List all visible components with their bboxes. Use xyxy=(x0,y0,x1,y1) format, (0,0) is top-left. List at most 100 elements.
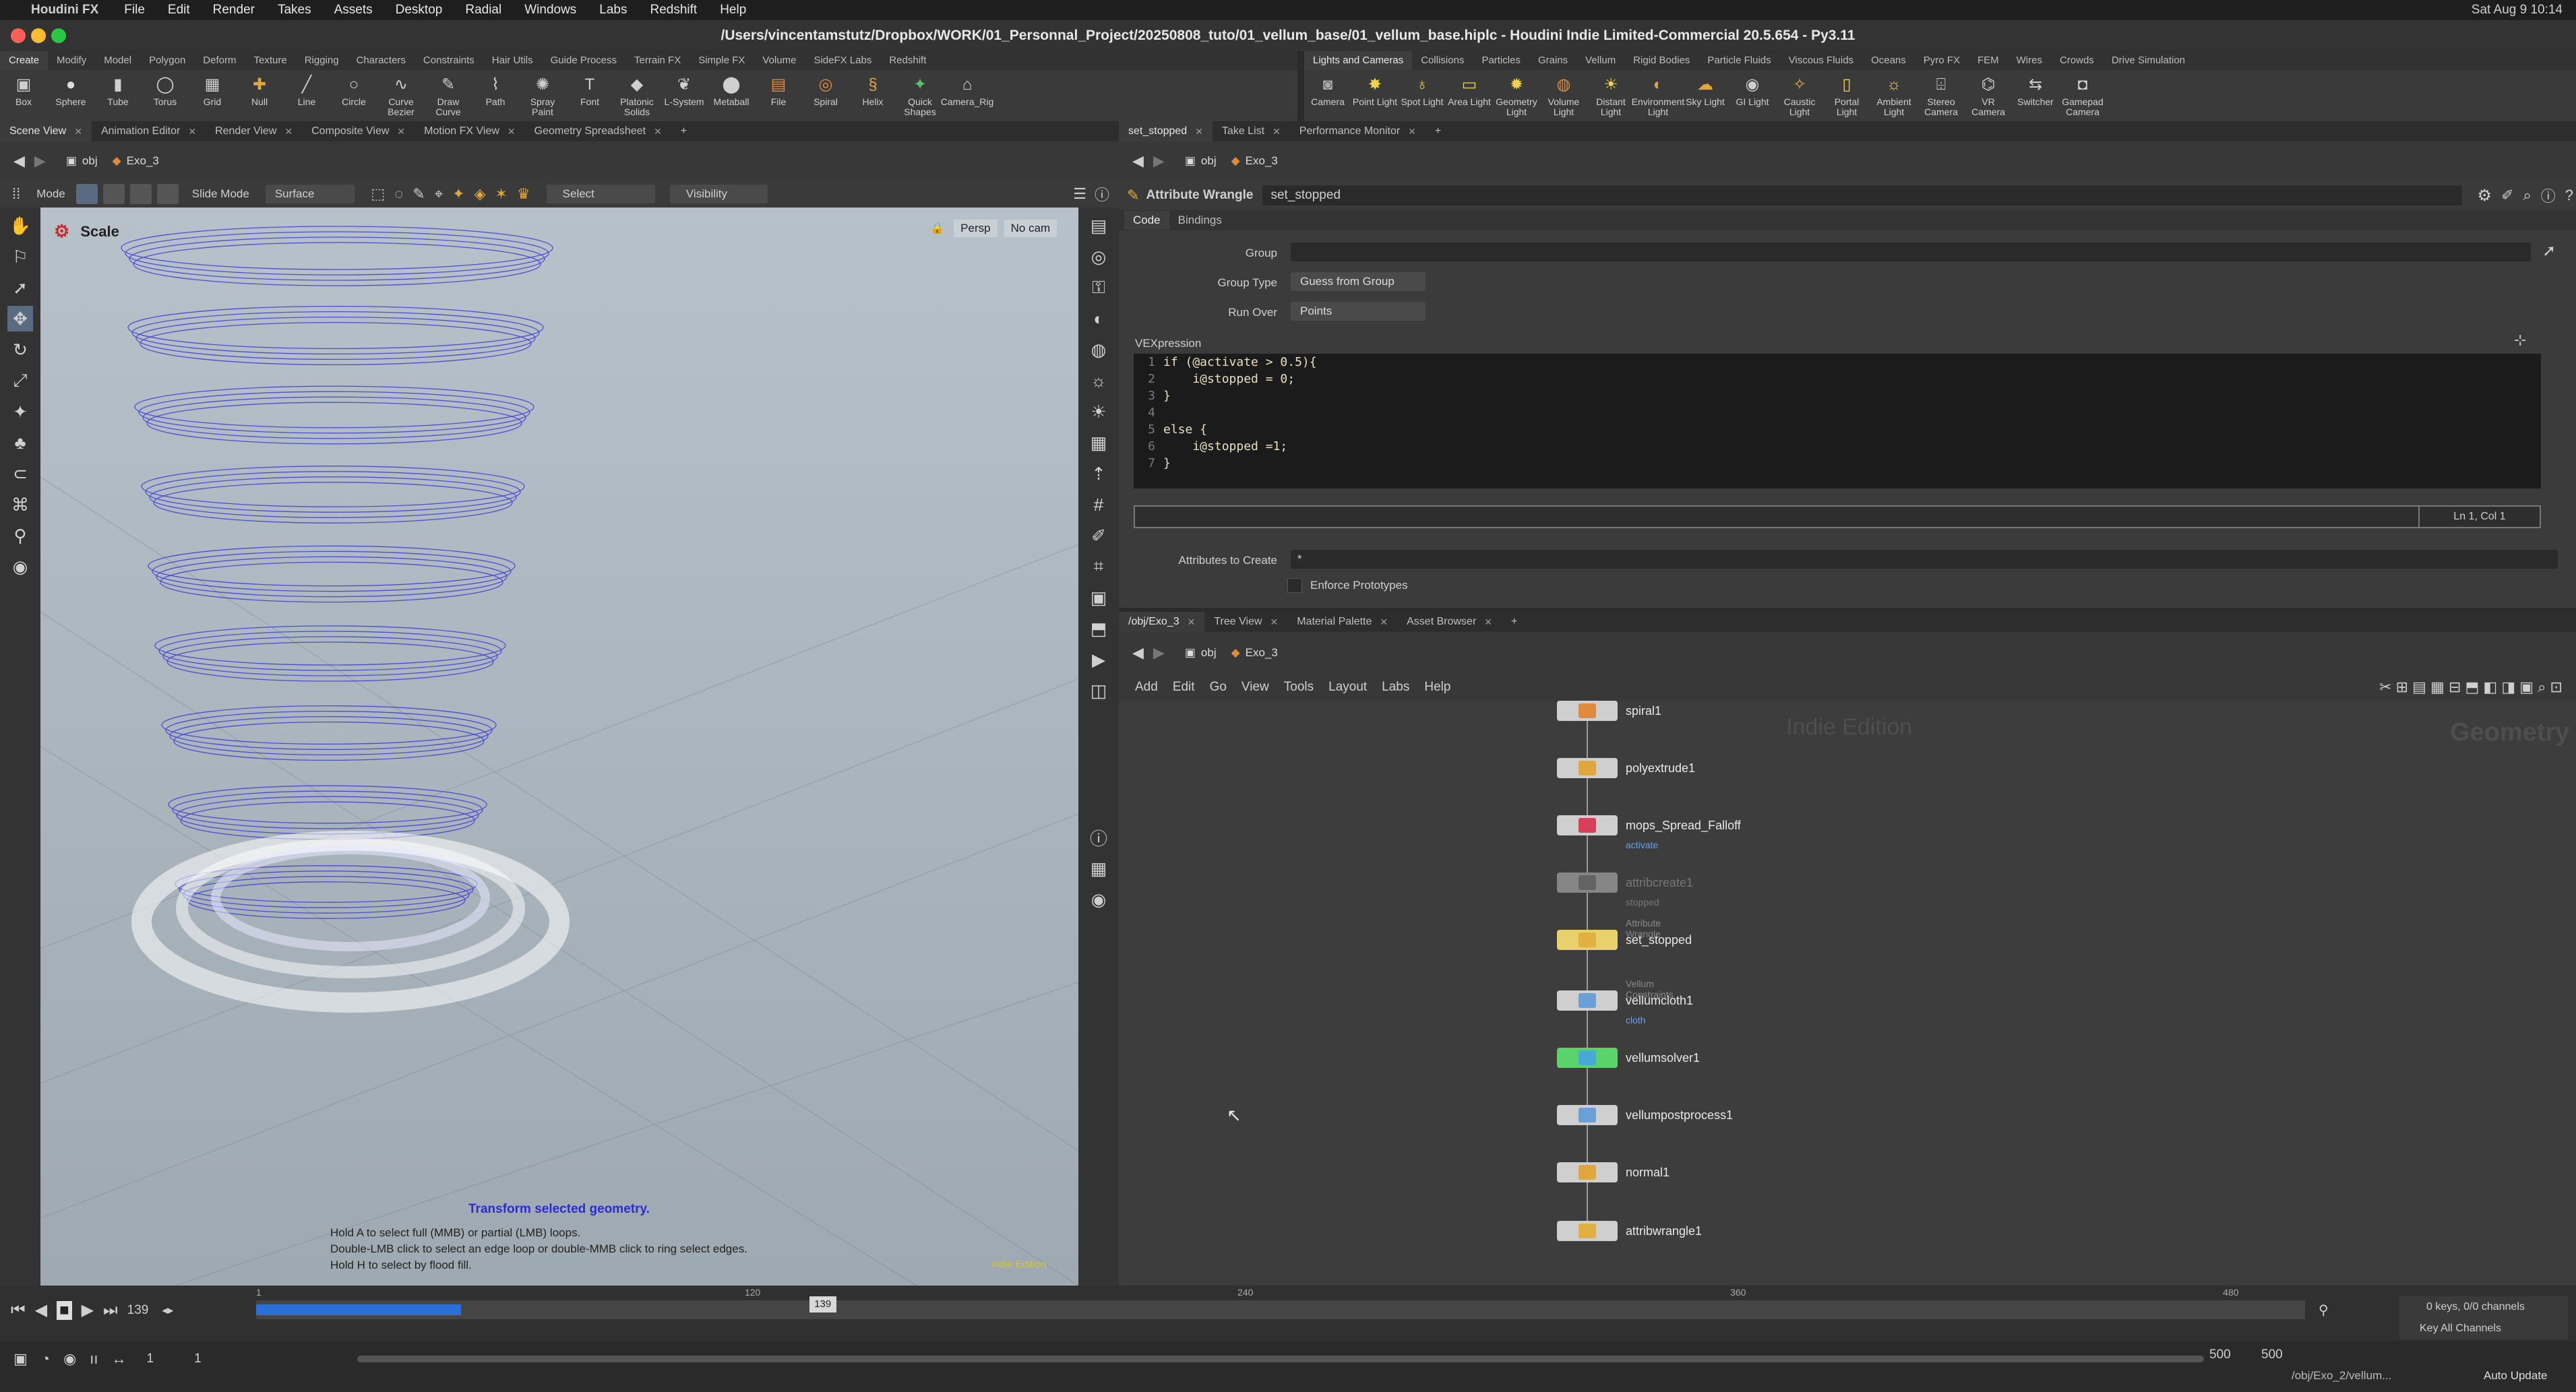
start-range-field[interactable]: 1 xyxy=(194,1352,202,1366)
render-region-icon[interactable]: ⬒ xyxy=(1086,616,1111,641)
pane-tab--obj-exo-3[interactable]: /obj/Exo_3 ✕ xyxy=(1119,612,1205,632)
shelf-tab-oceans[interactable]: Oceans xyxy=(1862,51,1915,70)
shelf-tab-viscous-fluids[interactable]: Viscous Fluids xyxy=(1780,51,1862,70)
tool-point-light[interactable]: ✸ Point Light xyxy=(1351,70,1399,121)
brush-view-icon[interactable]: ✐ xyxy=(1086,523,1111,548)
tool-distant-light[interactable]: ☀ Distant Light xyxy=(1587,70,1634,121)
path-obj[interactable]: ▣ obj xyxy=(66,154,98,168)
tool-stereo-camera[interactable]: ⌹ Stereo Camera xyxy=(1918,70,1965,121)
tool-circle[interactable]: ○ Circle xyxy=(330,70,377,121)
close-tab-icon[interactable]: ✕ xyxy=(1188,612,1196,632)
shelf-tab-vellum[interactable]: Vellum xyxy=(1576,51,1624,70)
network-editor[interactable]: Indie Edition Geometry ↖ spiral1 polyextr… xyxy=(1119,701,2576,1286)
timeline-bar[interactable]: 139 xyxy=(256,1296,2305,1319)
lock-icon[interactable]: 🔒 xyxy=(930,222,944,235)
shelf-tab-hair-utils[interactable]: Hair Utils xyxy=(483,51,542,70)
audio-icon[interactable]: ▣ xyxy=(13,1350,28,1368)
node-polyextrude1[interactable]: polyextrude1 xyxy=(1557,758,1695,778)
add-tab-icon[interactable]: + xyxy=(1502,612,1527,632)
rotate-icon[interactable]: ↻ xyxy=(7,337,33,362)
tool-spray-paint[interactable]: ✺ Spray Paint xyxy=(519,70,566,121)
tool-platonic-solids[interactable]: ◆ Platonic Solids xyxy=(613,70,661,121)
persp-menu[interactable]: Persp xyxy=(954,220,998,237)
node-attribwrangle1[interactable]: attribwrangle1 xyxy=(1557,1221,1702,1241)
net-menu-add[interactable]: Add xyxy=(1135,680,1158,695)
range-slider[interactable] xyxy=(357,1356,2204,1362)
pane-tab-composite-view[interactable]: Composite View ✕ xyxy=(302,121,415,141)
pane-tab-set-stopped[interactable]: set_stopped ✕ xyxy=(1119,121,1213,141)
tool-volume-light[interactable]: ◍ Volume Light xyxy=(1540,70,1587,121)
attrs-field[interactable]: * xyxy=(1291,550,2558,569)
faces-mode-icon[interactable] xyxy=(156,184,179,204)
tool-area-light[interactable]: ▭ Area Light xyxy=(1446,70,1493,121)
node-box[interactable] xyxy=(1557,1048,1618,1068)
tool-vr-camera[interactable]: ⌬ VR Camera xyxy=(1965,70,2012,121)
pane-tab-material-palette[interactable]: Material Palette ✕ xyxy=(1287,612,1397,632)
group-field[interactable] xyxy=(1291,243,2531,261)
node-box[interactable] xyxy=(1557,990,1618,1011)
auto-update-button[interactable]: Auto Update xyxy=(2484,1369,2548,1383)
pane-tab-render-view[interactable]: Render View ✕ xyxy=(206,121,302,141)
node-name-field[interactable]: set_stopped xyxy=(1262,185,2463,205)
shelf-tab-pyro-fx[interactable]: Pyro FX xyxy=(1915,51,1969,70)
info-icon[interactable]: ⓘ xyxy=(2541,185,2556,206)
step-back-icon[interactable]: ◀ xyxy=(35,1300,47,1320)
shelf-tab-redshift[interactable]: Redshift xyxy=(880,51,935,70)
scene-viewport[interactable]: ⚙ Scale 🔒 Persp No cam Transform selecte… xyxy=(40,208,1078,1286)
shelf-tab-polygon[interactable]: Polygon xyxy=(140,51,194,70)
app-menu[interactable]: Houdini FX xyxy=(31,3,98,18)
net-menu-labs[interactable]: Labs xyxy=(1382,680,1409,695)
tool-environment-light[interactable]: ◐ Environment Light xyxy=(1632,70,1685,121)
tool-gi-light[interactable]: ◉ GI Light xyxy=(1729,70,1776,121)
ghost-icon[interactable]: ◎ xyxy=(1086,244,1111,270)
pose-icon[interactable]: ✦ xyxy=(7,399,33,424)
tool-sky-light[interactable]: ☁ Sky Light xyxy=(1682,70,1729,121)
close-tab-icon[interactable]: ✕ xyxy=(1272,121,1281,141)
group-select-arrow-icon[interactable]: ➚ xyxy=(2542,241,2556,261)
menu-windows[interactable]: Windows xyxy=(524,3,576,18)
node-box[interactable] xyxy=(1557,1105,1618,1125)
display-icon[interactable]: ▤ xyxy=(1086,213,1111,239)
move-icon[interactable]: ✥ xyxy=(7,306,33,331)
edges-mode-icon[interactable] xyxy=(129,184,152,204)
tab-code[interactable]: Code xyxy=(1124,211,1169,230)
node-vellumpostprocess1[interactable]: vellumpostprocess1 xyxy=(1557,1105,1733,1125)
shelf-tab-simple-fx[interactable]: Simple FX xyxy=(689,51,754,70)
realtime-icon[interactable]: ◔ xyxy=(41,1350,50,1368)
pane-tab-tree-view[interactable]: Tree View ✕ xyxy=(1204,612,1287,632)
snap-tool-icon[interactable]: ⌘ xyxy=(7,492,33,517)
net-menu-help[interactable]: Help xyxy=(1424,680,1450,695)
path-obj[interactable]: ▣ obj xyxy=(1185,646,1217,660)
close-tab-icon[interactable]: ✕ xyxy=(1484,612,1492,632)
node-mops_spread_falloff[interactable]: mops_Spread_Falloff activate xyxy=(1557,815,1741,850)
shading-icon[interactable]: ◐ xyxy=(1086,306,1111,331)
snapshot-icon[interactable]: ◫ xyxy=(1086,678,1111,703)
enforce-prototypes[interactable]: Enforce Prototypes xyxy=(1287,578,1408,593)
close-tab-icon[interactable]: ✕ xyxy=(74,121,82,141)
shelf-tab-texture[interactable]: Texture xyxy=(245,51,295,70)
tab-bindings[interactable]: Bindings xyxy=(1169,211,1231,230)
shelf-tab-rigging[interactable]: Rigging xyxy=(296,51,348,70)
minimize-window-icon[interactable] xyxy=(31,28,46,43)
vex-code-editor[interactable]: 1 if (@activate > 0.5){2 i@stopped = 0; 3}… xyxy=(1134,354,2541,488)
tool-helix[interactable]: § Helix xyxy=(849,70,896,121)
node-box[interactable] xyxy=(1557,815,1618,835)
camera-view-icon[interactable]: ▣ xyxy=(1086,585,1111,610)
node-box[interactable] xyxy=(1557,873,1618,893)
pane-tab-asset-browser[interactable]: Asset Browser ✕ xyxy=(1397,612,1502,632)
tool-spiral[interactable]: ◎ Spiral xyxy=(802,70,849,121)
shelf-tab-fem[interactable]: FEM xyxy=(1969,51,2008,70)
tool-draw-curve[interactable]: ✎ Draw Curve xyxy=(425,70,472,121)
end-range-field[interactable]: 500 xyxy=(2209,1348,2231,1362)
net-menu-go[interactable]: Go xyxy=(1210,680,1227,695)
camera-tool-icon[interactable]: ◉ xyxy=(7,554,33,579)
shelf-tab-lights-and-cameras[interactable]: Lights and Cameras xyxy=(1304,51,1413,70)
node-box[interactable] xyxy=(1557,1221,1618,1241)
jump-end-icon[interactable]: ⏭ xyxy=(103,1301,118,1320)
tool-gamepad-camera[interactable]: ◘ Gamepad Camera xyxy=(2059,70,2106,121)
tool-portal-light[interactable]: ▯ Portal Light xyxy=(1823,70,1870,121)
shelf-tab-drive-simulation[interactable]: Drive Simulation xyxy=(2103,51,2194,70)
shelf-tab-constraints[interactable]: Constraints xyxy=(415,51,483,70)
bg-icon[interactable]: ▦ xyxy=(1086,430,1111,455)
net-menu-edit[interactable]: Edit xyxy=(1173,680,1195,695)
